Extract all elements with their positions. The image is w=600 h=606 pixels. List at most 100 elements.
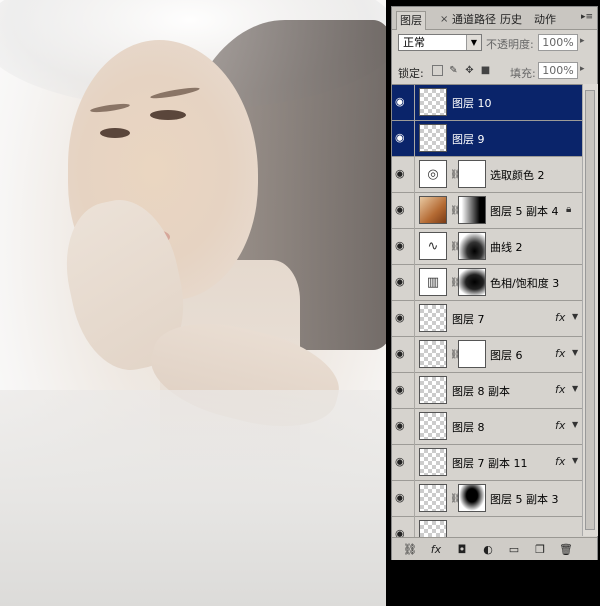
fx-icon[interactable]: fx [555, 383, 565, 396]
opacity-input[interactable]: 100% [538, 34, 578, 51]
eye-icon[interactable]: ◉ [395, 420, 411, 432]
new-group-icon[interactable]: ▭ [506, 543, 522, 557]
link-chain-icon[interactable]: ⛓ [450, 493, 461, 505]
chevron-down-icon: ▼ [466, 35, 481, 50]
layer-name: 图层 7 [452, 313, 485, 326]
layer-name: 色相/饱和度 3 [490, 277, 560, 290]
layer-name: 图层 9 [452, 133, 485, 146]
scrollbar-thumb[interactable] [585, 90, 595, 530]
link-chain-icon[interactable]: ⛓ [450, 277, 461, 289]
link-chain-icon[interactable]: ⛓ [450, 241, 461, 253]
layer-thumbnail [419, 376, 447, 404]
link-layers-icon[interactable]: ⛓ [402, 543, 418, 557]
expand-effects-icon[interactable]: ▼ [572, 420, 578, 429]
clothing-shape [0, 390, 386, 606]
layer-thumbnail [419, 340, 447, 368]
layer-mask-thumbnail [458, 196, 486, 224]
expand-effects-icon[interactable]: ▼ [572, 348, 578, 357]
tab-history[interactable]: 历史 [500, 11, 522, 29]
blend-row: 正常 ▼ 不透明度: 100% ▸ [392, 34, 597, 56]
layer-name: 图层 6 [490, 349, 523, 362]
eye-icon[interactable]: ◉ [395, 384, 411, 396]
trash-icon[interactable]: 🗑︎ [558, 543, 574, 557]
layer-mask-thumbnail [458, 340, 486, 368]
eye-icon[interactable]: ◉ [395, 276, 411, 288]
lock-transparency-icon[interactable] [432, 65, 443, 76]
row-divider [414, 481, 415, 517]
new-adjustment-layer-icon[interactable]: ◐ [480, 543, 496, 557]
layer-name: 图层 5 副本 3 [490, 493, 559, 506]
layer-thumbnail [419, 196, 447, 224]
layer-mask-thumbnail [458, 268, 486, 296]
link-chain-icon[interactable]: ⛓ [450, 169, 461, 181]
layer-row[interactable]: ◉ ∿ ⛓ 曲线 2 [392, 229, 582, 265]
panel-bottom-toolbar: ⛓ fx ◘ ◐ ▭ ❐ 🗑︎ [392, 537, 597, 562]
layer-row[interactable]: ◉ ⛓ 图层 5 副本 4 🔒︎ [392, 193, 582, 229]
layer-name: 图层 10 [452, 97, 492, 110]
eye-icon[interactable]: ◉ [395, 132, 411, 144]
eye-icon[interactable]: ◉ [395, 456, 411, 468]
tab-actions[interactable]: 动作 [534, 11, 556, 29]
layer-thumbnail [419, 484, 447, 512]
curves-adjustment-icon: ∿ [419, 232, 447, 260]
layer-mask-thumbnail [458, 484, 486, 512]
layer-row[interactable]: ◉ ▥ ⛓ 色相/饱和度 3 [392, 265, 582, 301]
eye-icon[interactable]: ◉ [395, 528, 411, 538]
eye-icon[interactable]: ◉ [395, 312, 411, 324]
blend-mode-value: 正常 [403, 36, 425, 49]
expand-effects-icon[interactable]: ▼ [572, 312, 578, 321]
eye-icon[interactable]: ◉ [395, 348, 411, 360]
fx-icon[interactable]: fx [555, 347, 565, 360]
layer-row[interactable]: ◉ 图层 8 fx ▼ [392, 409, 582, 445]
eye-icon[interactable]: ◉ [395, 204, 411, 216]
layer-row[interactable]: ◉ ⛓ 图层 6 fx ▼ [392, 337, 582, 373]
add-mask-icon[interactable]: ◘ [454, 543, 470, 557]
layer-name: 选取颜色 2 [490, 169, 545, 182]
eye-icon[interactable]: ◉ [395, 240, 411, 252]
row-divider [414, 409, 415, 445]
lock-move-icon[interactable]: ✥ [464, 65, 475, 76]
layer-row[interactable]: ◉ 图层 9 [392, 121, 582, 157]
expand-effects-icon[interactable]: ▼ [572, 456, 578, 465]
layer-thumbnail [419, 304, 447, 332]
layer-row[interactable]: ◉ 图层 7 fx ▼ [392, 301, 582, 337]
opacity-slider-arrow-icon[interactable]: ▸ [580, 36, 585, 46]
tab-close-icon[interactable]: × [440, 11, 448, 29]
layer-thumbnail [419, 124, 447, 152]
link-chain-icon[interactable]: ⛓ [450, 205, 461, 217]
layer-mask-thumbnail [458, 160, 486, 188]
panel-menu-icon[interactable]: ▸≡ [580, 12, 594, 24]
hue-saturation-adjustment-icon: ▥ [419, 268, 447, 296]
eye-icon[interactable]: ◉ [395, 168, 411, 180]
row-divider [414, 301, 415, 337]
new-layer-icon[interactable]: ❐ [532, 543, 548, 557]
layer-name: 图层 5 副本 4 [490, 205, 559, 218]
fx-icon[interactable]: fx [555, 419, 565, 432]
layer-row[interactable]: ◉ ◎ ⛓ 选取颜色 2 [392, 157, 582, 193]
fill-slider-arrow-icon[interactable]: ▸ [580, 64, 585, 74]
eye-icon[interactable]: ◉ [395, 492, 411, 504]
layer-row[interactable]: ◉ 图层 8 副本 fx ▼ [392, 373, 582, 409]
tab-paths[interactable]: 路径 [474, 11, 496, 29]
layer-row[interactable]: ◉ [392, 517, 582, 537]
eye-icon[interactable]: ◉ [395, 96, 411, 108]
expand-effects-icon[interactable]: ▼ [572, 384, 578, 393]
layer-row[interactable]: ◉ 图层 10 [392, 85, 582, 121]
image-canvas[interactable] [0, 0, 386, 606]
fill-input[interactable]: 100% [538, 62, 578, 79]
tab-layers[interactable]: 图层 [396, 11, 426, 30]
layer-name: 曲线 2 [490, 241, 523, 254]
layer-list-scrollbar[interactable] [582, 84, 598, 536]
lock-paint-brush-icon[interactable]: ✎ [448, 65, 459, 76]
layer-mask-thumbnail [458, 232, 486, 260]
fx-icon[interactable]: fx [555, 455, 565, 468]
row-divider [414, 193, 415, 229]
blend-mode-select[interactable]: 正常 ▼ [398, 34, 482, 51]
add-layer-style-icon[interactable]: fx [428, 543, 444, 557]
layer-row[interactable]: ◉ ⛓ 图层 5 副本 3 [392, 481, 582, 517]
lock-all-icon[interactable]: ■ [480, 65, 491, 76]
link-chain-icon[interactable]: ⛓ [450, 349, 461, 361]
fx-icon[interactable]: fx [555, 311, 565, 324]
layer-row[interactable]: ◉ 图层 7 副本 11 fx ▼ [392, 445, 582, 481]
tab-channels[interactable]: 通道 [452, 11, 474, 29]
